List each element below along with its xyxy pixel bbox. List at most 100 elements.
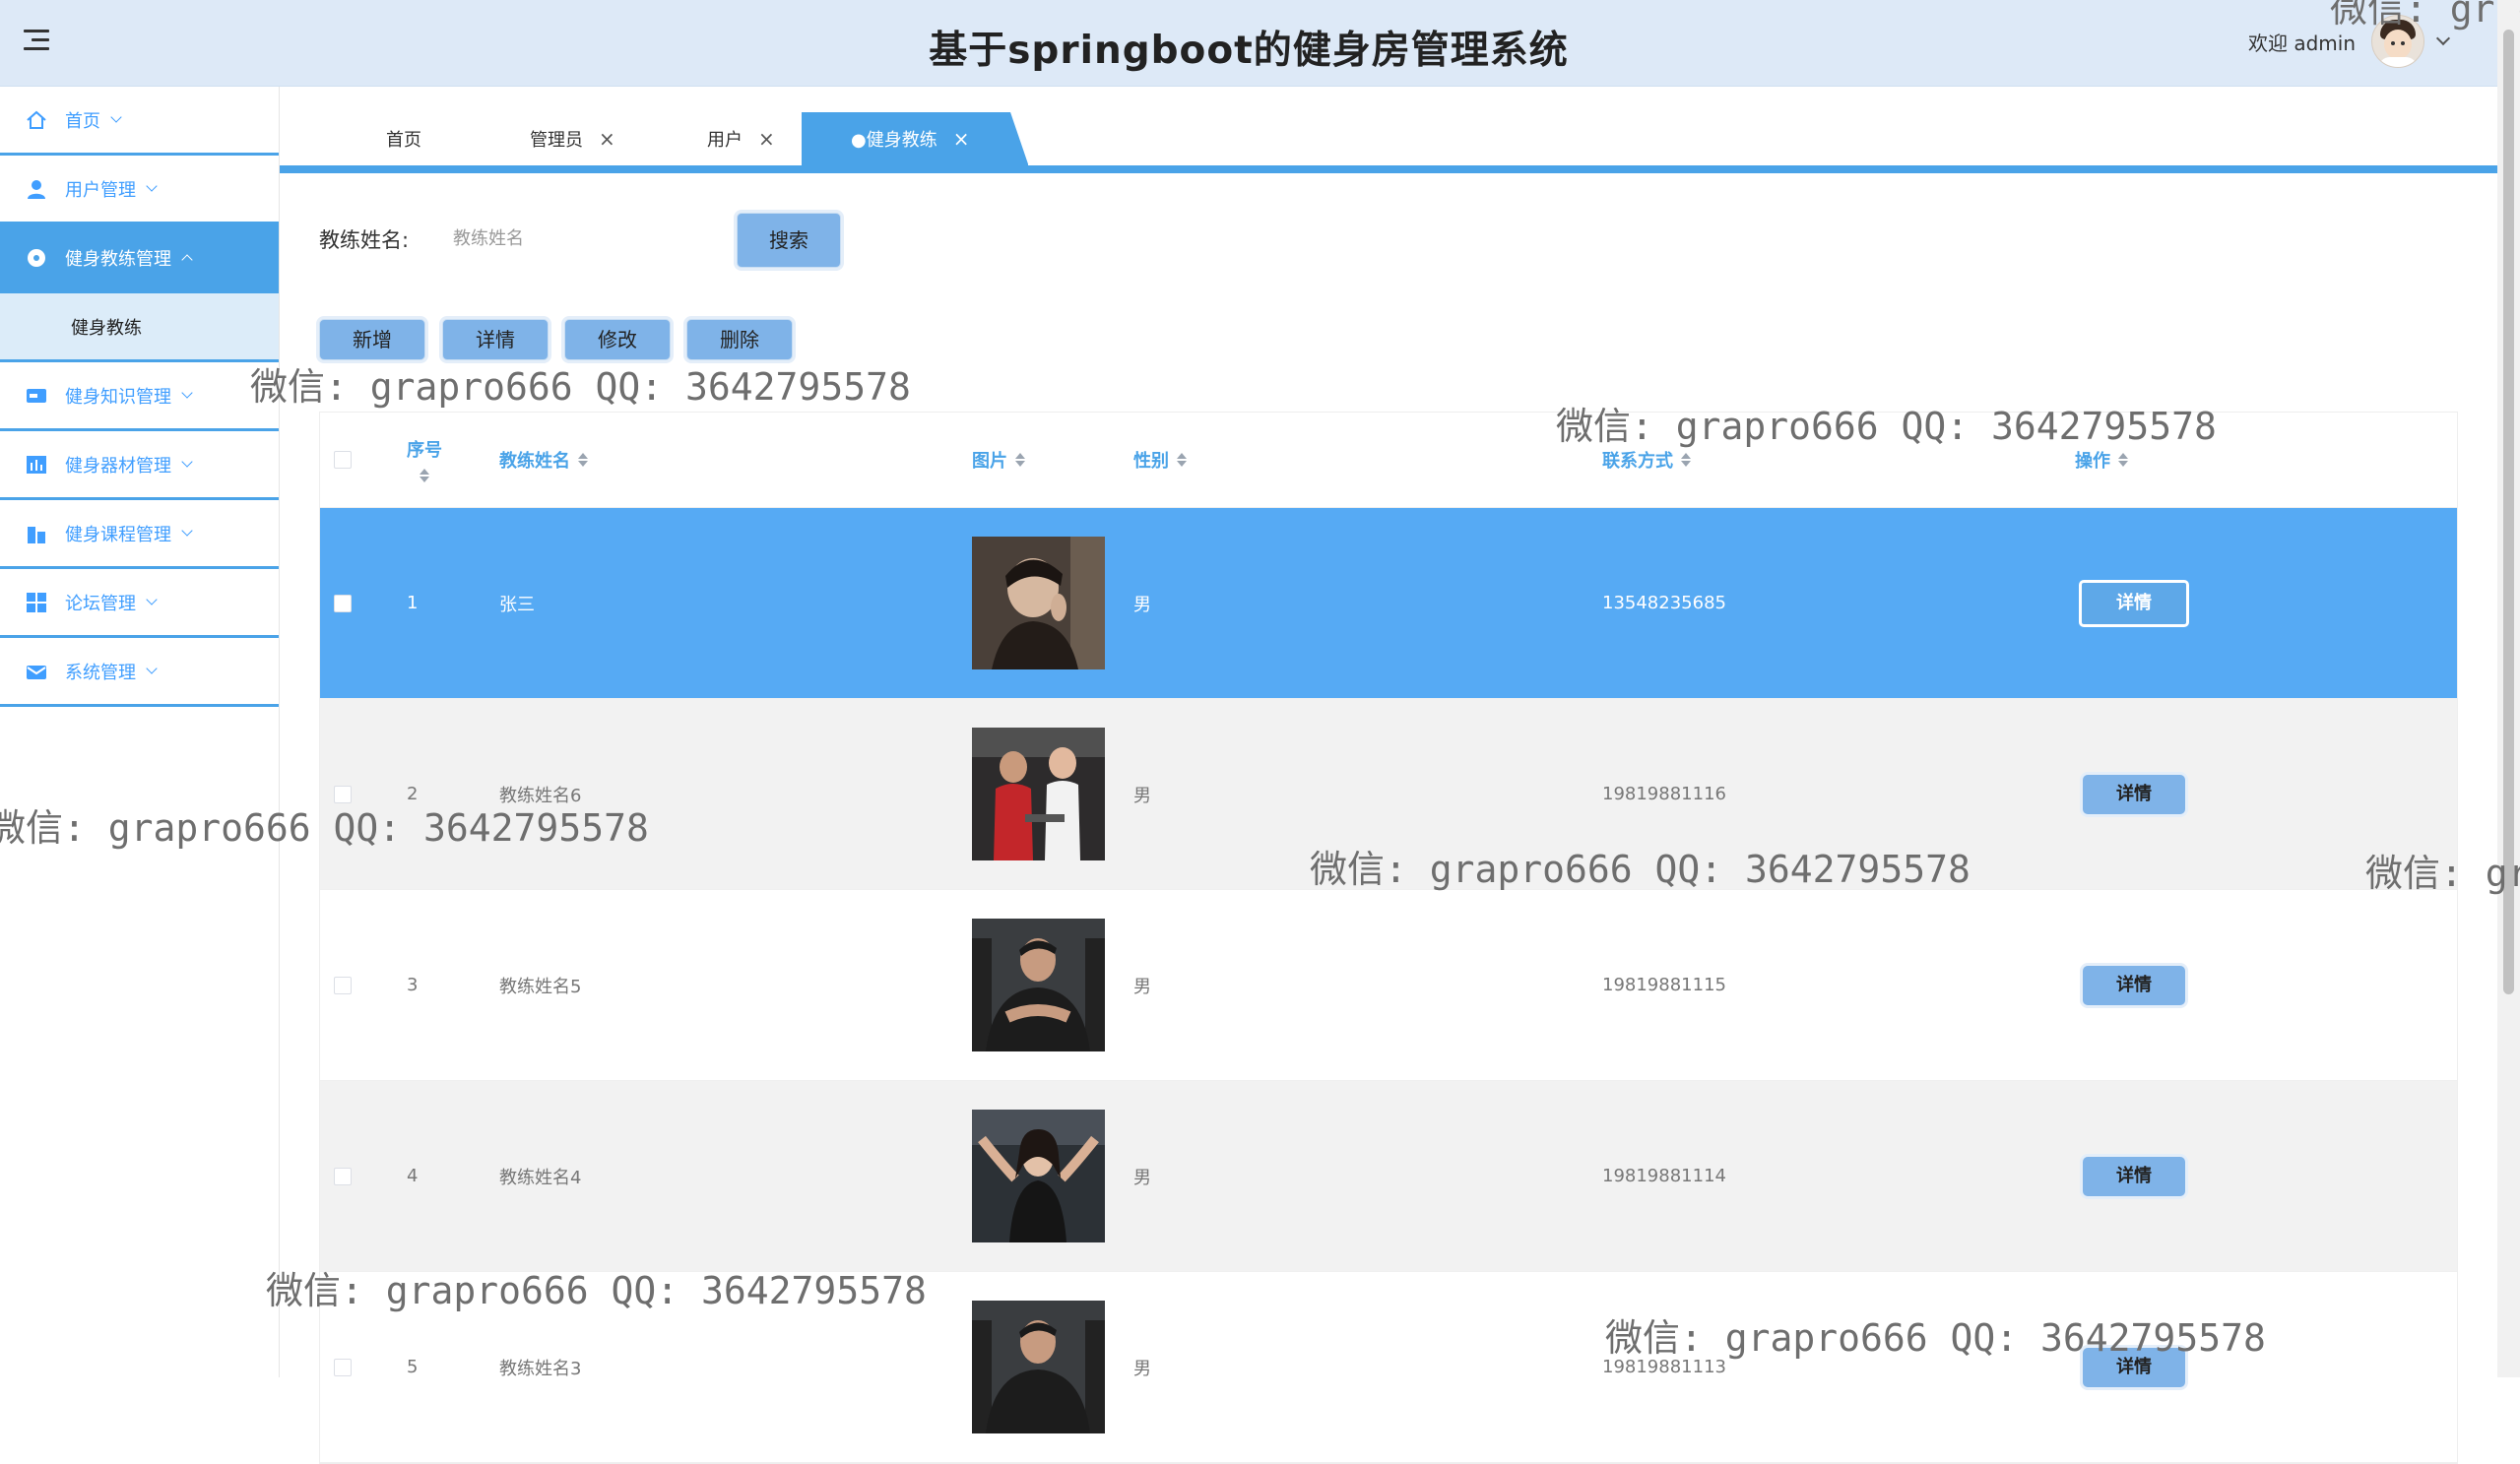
sidebar-item-forum[interactable]: 论坛管理: [0, 569, 279, 638]
tab-admin[interactable]: 管理员 ×: [530, 112, 615, 165]
sidebar-item-label: 系统管理: [65, 662, 136, 683]
coach-gender: 男: [1133, 785, 1151, 806]
sidebar-item-system[interactable]: 系统管理: [0, 638, 279, 707]
coach-name: 教练姓名4: [499, 1167, 582, 1188]
tab-label: ●健身教练: [851, 130, 937, 151]
coach-gender: 男: [1133, 1358, 1151, 1379]
chevron-down-icon: [181, 525, 193, 537]
scrollbar-thumb[interactable]: [2503, 30, 2514, 994]
tab-coach[interactable]: ●健身教练 ×: [802, 112, 1029, 165]
coach-photo: [972, 1110, 1105, 1242]
sidebar-item-home[interactable]: 首页: [0, 87, 279, 156]
row-index: 2: [407, 784, 419, 804]
coach-table: 序号 教练姓名 图片 性别 联系方式 操作 1 张三 男 13548235685: [319, 412, 2458, 1464]
chevron-down-icon: [181, 387, 193, 399]
coach-phone: 19819881115: [1602, 975, 1726, 995]
sort-icon[interactable]: [1177, 452, 1187, 468]
table-row[interactable]: 2 教练姓名6 男 19819881116 详情: [320, 699, 2457, 890]
row-index: 5: [407, 1357, 419, 1377]
table-row[interactable]: 1 张三 男 13548235685 详情: [320, 508, 2457, 699]
sidebar-item-users[interactable]: 用户管理: [0, 156, 279, 224]
delete-button[interactable]: 删除: [686, 319, 793, 360]
coach-name-search-input[interactable]: [439, 217, 715, 260]
sidebar-item-label: 健身器材管理: [65, 455, 171, 477]
tab-user[interactable]: 用户 ×: [707, 112, 775, 165]
sidebar-item-label: 健身知识管理: [65, 386, 171, 408]
sidebar-item-equipment[interactable]: 健身器材管理: [0, 431, 279, 500]
coach-phone: 13548235685: [1602, 593, 1726, 613]
coach-name: 教练姓名3: [499, 1358, 582, 1379]
coach-photo: [972, 1301, 1105, 1433]
detail-button[interactable]: 详情: [442, 319, 549, 360]
chevron-down-icon: [181, 456, 193, 468]
close-icon[interactable]: ×: [953, 127, 970, 151]
row-detail-button[interactable]: 详情: [2083, 1347, 2185, 1387]
sidebar-item-label: 首页: [65, 110, 100, 132]
row-checkbox[interactable]: [334, 976, 352, 994]
submenu-item-coach[interactable]: 健身教练: [0, 293, 279, 362]
table-row[interactable]: 4 教练姓名4 男 19819881114 详情: [320, 1081, 2457, 1272]
tab-label: 管理员: [530, 130, 583, 151]
column-label: 操作: [2075, 451, 2110, 472]
close-icon[interactable]: ×: [758, 127, 775, 151]
row-detail-button[interactable]: 详情: [2083, 774, 2185, 814]
column-header-image[interactable]: 图片: [972, 413, 1025, 507]
coach-photo: [972, 919, 1105, 1051]
tab-underline: [280, 165, 2497, 173]
avatar[interactable]: [2371, 15, 2424, 68]
sidebar: 首页 用户管理 健身教练管理 健身教练 健身知识管理 健身器材管理 健身课程管理…: [0, 87, 280, 1377]
coach-gender: 男: [1133, 594, 1151, 615]
sidebar-item-knowledge[interactable]: 健身知识管理: [0, 362, 279, 431]
tab-home[interactable]: 首页: [386, 112, 421, 165]
coach-name: 教练姓名5: [499, 976, 582, 997]
coach-gender: 男: [1133, 1167, 1151, 1188]
row-checkbox[interactable]: [334, 1167, 352, 1185]
coach-photo: [972, 728, 1105, 860]
row-checkbox[interactable]: [334, 785, 352, 803]
card-icon: [26, 385, 47, 407]
grid-icon: [26, 592, 47, 613]
row-detail-button[interactable]: 详情: [2083, 965, 2185, 1005]
table-row[interactable]: 5 教练姓名3 男 19819881113 详情: [320, 1272, 2457, 1463]
table-row[interactable]: 3 教练姓名5 男 19819881115 详情: [320, 890, 2457, 1081]
column-header-phone[interactable]: 联系方式: [1602, 413, 1691, 507]
add-button[interactable]: 新增: [319, 319, 425, 360]
row-detail-button[interactable]: 详情: [2079, 579, 2189, 627]
user-menu[interactable]: 欢迎 admin: [2247, 14, 2451, 69]
column-header-gender[interactable]: 性别: [1133, 413, 1187, 507]
sidebar-item-courses[interactable]: 健身课程管理: [0, 500, 279, 569]
edit-button[interactable]: 修改: [564, 319, 671, 360]
sort-icon[interactable]: [578, 452, 588, 468]
page-scrollbar[interactable]: [2497, 0, 2520, 1377]
sort-icon[interactable]: [1015, 452, 1025, 468]
column-header-index[interactable]: 序号: [407, 413, 442, 507]
watermark: 微信: grapro666 QQ: 3642795578: [250, 365, 911, 409]
sort-icon[interactable]: [1681, 452, 1691, 468]
sort-icon[interactable]: [420, 468, 429, 483]
column-label: 图片: [972, 451, 1007, 472]
chevron-down-icon: [146, 663, 158, 674]
mail-icon: [26, 661, 47, 682]
column-header-name[interactable]: 教练姓名: [499, 413, 588, 507]
sort-icon[interactable]: [2118, 452, 2128, 468]
column-header-action[interactable]: 操作: [2075, 413, 2128, 507]
coach-phone: 19819881116: [1602, 784, 1726, 804]
top-header: 基于springboot的健身房管理系统 欢迎 admin: [0, 0, 2497, 87]
row-index: 4: [407, 1166, 419, 1186]
row-index: 1: [407, 593, 419, 613]
building-icon: [26, 523, 47, 544]
chevron-up-icon: [181, 253, 193, 266]
search-button[interactable]: 搜索: [737, 213, 841, 268]
select-all-checkbox[interactable]: [334, 451, 352, 469]
close-icon[interactable]: ×: [599, 127, 615, 151]
chevron-down-icon[interactable]: [2435, 31, 2451, 46]
coach-photo: [972, 537, 1105, 669]
sidebar-item-coach-management[interactable]: 健身教练管理: [0, 224, 279, 293]
sidebar-item-label: 论坛管理: [65, 593, 136, 614]
row-detail-button[interactable]: 详情: [2083, 1156, 2185, 1196]
row-checkbox[interactable]: [334, 1358, 352, 1376]
app-title: 基于springboot的健身房管理系统: [929, 29, 1569, 73]
row-checkbox[interactable]: [334, 594, 352, 612]
welcome-text: 欢迎 admin: [2247, 31, 2356, 55]
user-icon: [26, 178, 47, 200]
